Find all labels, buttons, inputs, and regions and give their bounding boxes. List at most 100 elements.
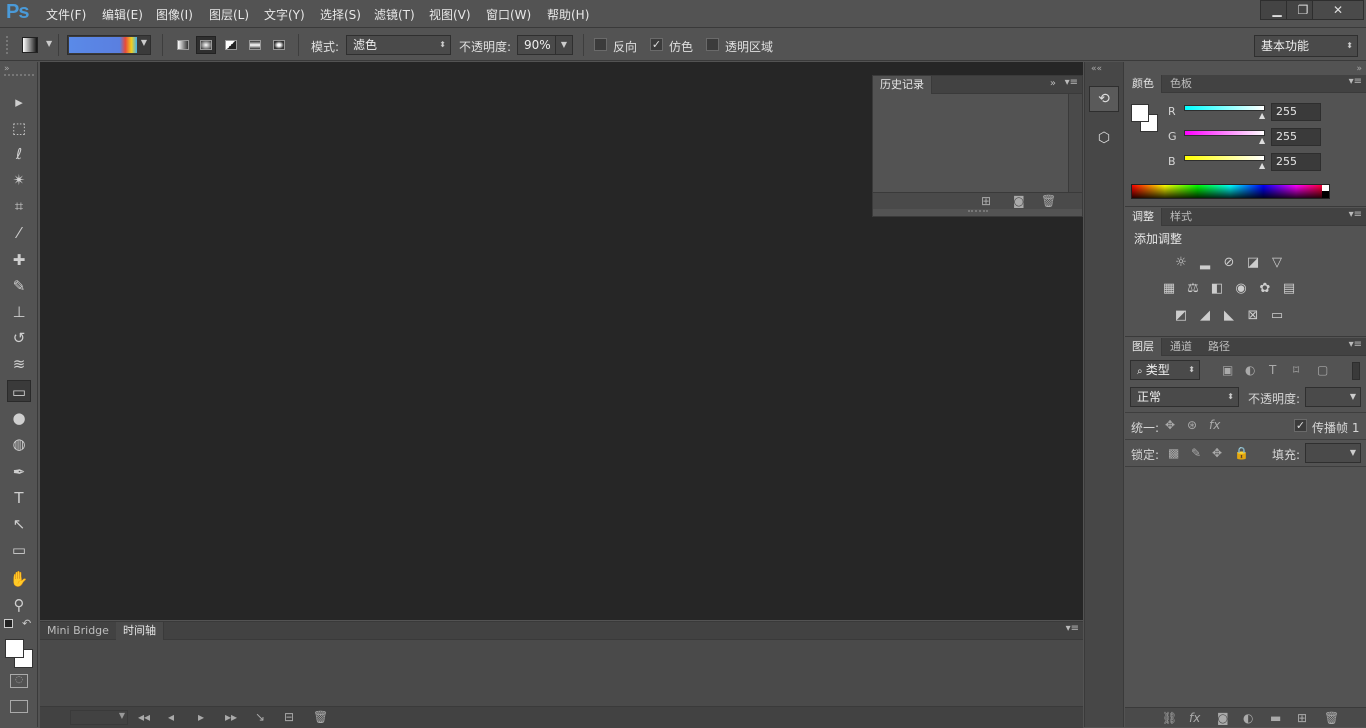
menu-help[interactable]: 帮助(H) <box>547 6 589 23</box>
fill-field[interactable]: ▼ <box>1305 443 1361 463</box>
quick-mask-icon[interactable]: ◌ <box>10 674 28 688</box>
resize-grip-icon[interactable] <box>968 210 988 213</box>
smart-object-filter-icon[interactable]: ▢ <box>1317 363 1328 377</box>
tab-layers[interactable]: 图层 <box>1125 338 1162 356</box>
unify-style-icon[interactable]: fx <box>1209 418 1220 432</box>
new-group-icon[interactable]: ▬ <box>1270 711 1281 725</box>
curves-icon[interactable]: ⊘ <box>1220 254 1238 272</box>
pen-tool-icon[interactable]: ✒ <box>7 461 31 483</box>
trash-icon[interactable]: 🗑 <box>313 710 328 724</box>
vibrance-icon[interactable]: ▽ <box>1268 254 1286 272</box>
tab-styles[interactable]: 样式 <box>1163 208 1199 226</box>
dodge-tool-icon[interactable]: ◍ <box>7 433 31 455</box>
panel-menu-icon[interactable]: ▾≡ <box>1349 76 1362 87</box>
g-value-field[interactable]: 255 <box>1271 128 1321 146</box>
linear-gradient-button[interactable] <box>173 36 193 54</box>
history-list[interactable] <box>873 94 1068 192</box>
transparency-checkbox[interactable] <box>706 38 719 51</box>
camera-icon[interactable]: ◙ <box>1013 194 1025 208</box>
invert-icon[interactable]: ◩ <box>1172 307 1190 325</box>
trash-icon[interactable]: 🗑 <box>1041 194 1056 208</box>
eraser-tool-icon[interactable]: ≋ <box>7 353 31 375</box>
history-panel-icon[interactable]: ⟲ <box>1089 86 1119 112</box>
unify-visibility-icon[interactable]: ⊛ <box>1187 418 1197 432</box>
tween-icon[interactable]: ↘ <box>255 710 265 724</box>
shape-tool-icon[interactable]: ▭ <box>7 539 31 561</box>
hue-saturation-icon[interactable]: ▦ <box>1160 280 1178 298</box>
history-brush-tool-icon[interactable]: ↺ <box>7 327 31 349</box>
menu-window[interactable]: 窗口(W) <box>486 6 531 23</box>
pixel-layer-filter-icon[interactable]: ▣ <box>1222 363 1233 377</box>
lock-all-icon[interactable]: 🔒 <box>1234 446 1249 460</box>
radial-gradient-button[interactable] <box>196 36 216 54</box>
chevron-down-icon[interactable]: ▼ <box>46 39 52 48</box>
tab-timeline[interactable]: 时间轴 <box>116 622 164 640</box>
new-adjustment-layer-icon[interactable]: ◐ <box>1243 711 1253 725</box>
tab-channels[interactable]: 通道 <box>1163 338 1199 356</box>
marquee-tool-icon[interactable]: ⬚ <box>7 117 31 139</box>
gradient-map-icon[interactable]: ▭ <box>1268 307 1286 325</box>
adjustment-layer-filter-icon[interactable]: ◐ <box>1245 363 1255 377</box>
blur-tool-icon[interactable]: ● <box>7 407 31 429</box>
trash-icon[interactable]: 🗑 <box>1324 711 1339 725</box>
menu-edit[interactable]: 编辑(E) <box>102 6 143 23</box>
next-frame-icon[interactable]: ▸▸ <box>225 710 237 724</box>
slider-handle-icon[interactable]: ▲ <box>1259 161 1265 170</box>
color-lookup-icon[interactable]: ▤ <box>1280 280 1298 298</box>
tab-color[interactable]: 颜色 <box>1125 75 1162 93</box>
color-spectrum-bar[interactable] <box>1131 184 1330 199</box>
channel-mixer-icon[interactable]: ✿ <box>1256 280 1274 298</box>
close-button[interactable]: ✕ <box>1312 0 1364 20</box>
previous-frame-icon[interactable]: ◂ <box>168 710 174 724</box>
layer-style-icon[interactable]: fx <box>1189 711 1200 725</box>
duplicate-frame-icon[interactable]: ⊟ <box>284 710 294 724</box>
menu-filter[interactable]: 滤镜(T) <box>374 6 415 23</box>
diamond-gradient-button[interactable] <box>269 36 289 54</box>
screen-mode-icon[interactable] <box>10 700 28 713</box>
expand-panels-icon[interactable]: «« <box>1091 64 1102 74</box>
blend-mode-dropdown[interactable]: 正常 ⬍ <box>1130 387 1239 407</box>
menu-type[interactable]: 文字(Y) <box>264 6 305 23</box>
brush-tool-icon[interactable]: ✎ <box>7 275 31 297</box>
gradient-tool-icon[interactable]: ▭ <box>7 380 31 402</box>
clone-stamp-tool-icon[interactable]: ⊥ <box>7 301 31 323</box>
collapse-panel-icon[interactable]: » <box>1050 78 1056 89</box>
gradient-picker[interactable]: ▼ <box>67 35 151 55</box>
play-icon[interactable]: ▸ <box>198 710 204 724</box>
tab-paths[interactable]: 路径 <box>1201 338 1237 356</box>
r-value-field[interactable]: 255 <box>1271 103 1321 121</box>
collapse-panel-icon[interactable]: » <box>4 64 10 74</box>
lock-transparent-icon[interactable]: ▩ <box>1168 446 1179 460</box>
tab-swatches[interactable]: 色板 <box>1163 75 1199 93</box>
new-layer-icon[interactable]: ⊞ <box>1297 711 1307 725</box>
threshold-icon[interactable]: ◣ <box>1220 307 1238 325</box>
b-value-field[interactable]: 255 <box>1271 153 1321 171</box>
selective-color-icon[interactable]: ⊠ <box>1244 307 1262 325</box>
foreground-color-swatch[interactable] <box>1131 104 1149 122</box>
first-frame-icon[interactable]: ◂◂ <box>138 710 150 724</box>
type-layer-filter-icon[interactable]: T <box>1269 363 1276 377</box>
gradient-tool-preset-icon[interactable] <box>22 37 38 53</box>
menu-layer[interactable]: 图层(L) <box>209 6 249 23</box>
move-tool-icon[interactable]: ▸ <box>7 91 31 113</box>
layers-list[interactable] <box>1125 467 1366 707</box>
type-tool-icon[interactable]: T <box>7 487 31 509</box>
reflected-gradient-button[interactable] <box>245 36 265 54</box>
default-colors-icon[interactable] <box>4 619 13 628</box>
3d-panel-icon[interactable]: ⬡ <box>1089 126 1119 152</box>
menu-image[interactable]: 图像(I) <box>156 6 193 23</box>
b-slider[interactable] <box>1184 155 1265 161</box>
slider-handle-icon[interactable]: ▲ <box>1259 111 1265 120</box>
angle-gradient-button[interactable] <box>221 36 241 54</box>
slider-handle-icon[interactable]: ▲ <box>1259 136 1265 145</box>
tab-adjustments[interactable]: 调整 <box>1125 208 1162 226</box>
eyedropper-tool-icon[interactable]: ⁄ <box>7 222 31 244</box>
menu-view[interactable]: 视图(V) <box>429 6 471 23</box>
scrollbar[interactable] <box>1068 94 1082 192</box>
panel-menu-icon[interactable]: ▾≡ <box>1349 339 1362 350</box>
panel-menu-icon[interactable]: ▾≡ <box>1065 77 1078 88</box>
layer-filter-dropdown[interactable]: ⌕ 类型 ⬍ <box>1130 360 1200 380</box>
black-white-icon[interactable]: ◧ <box>1208 280 1226 298</box>
hand-tool-icon[interactable]: ✋ <box>7 568 31 590</box>
chevron-down-icon[interactable]: ▼ <box>555 35 573 55</box>
